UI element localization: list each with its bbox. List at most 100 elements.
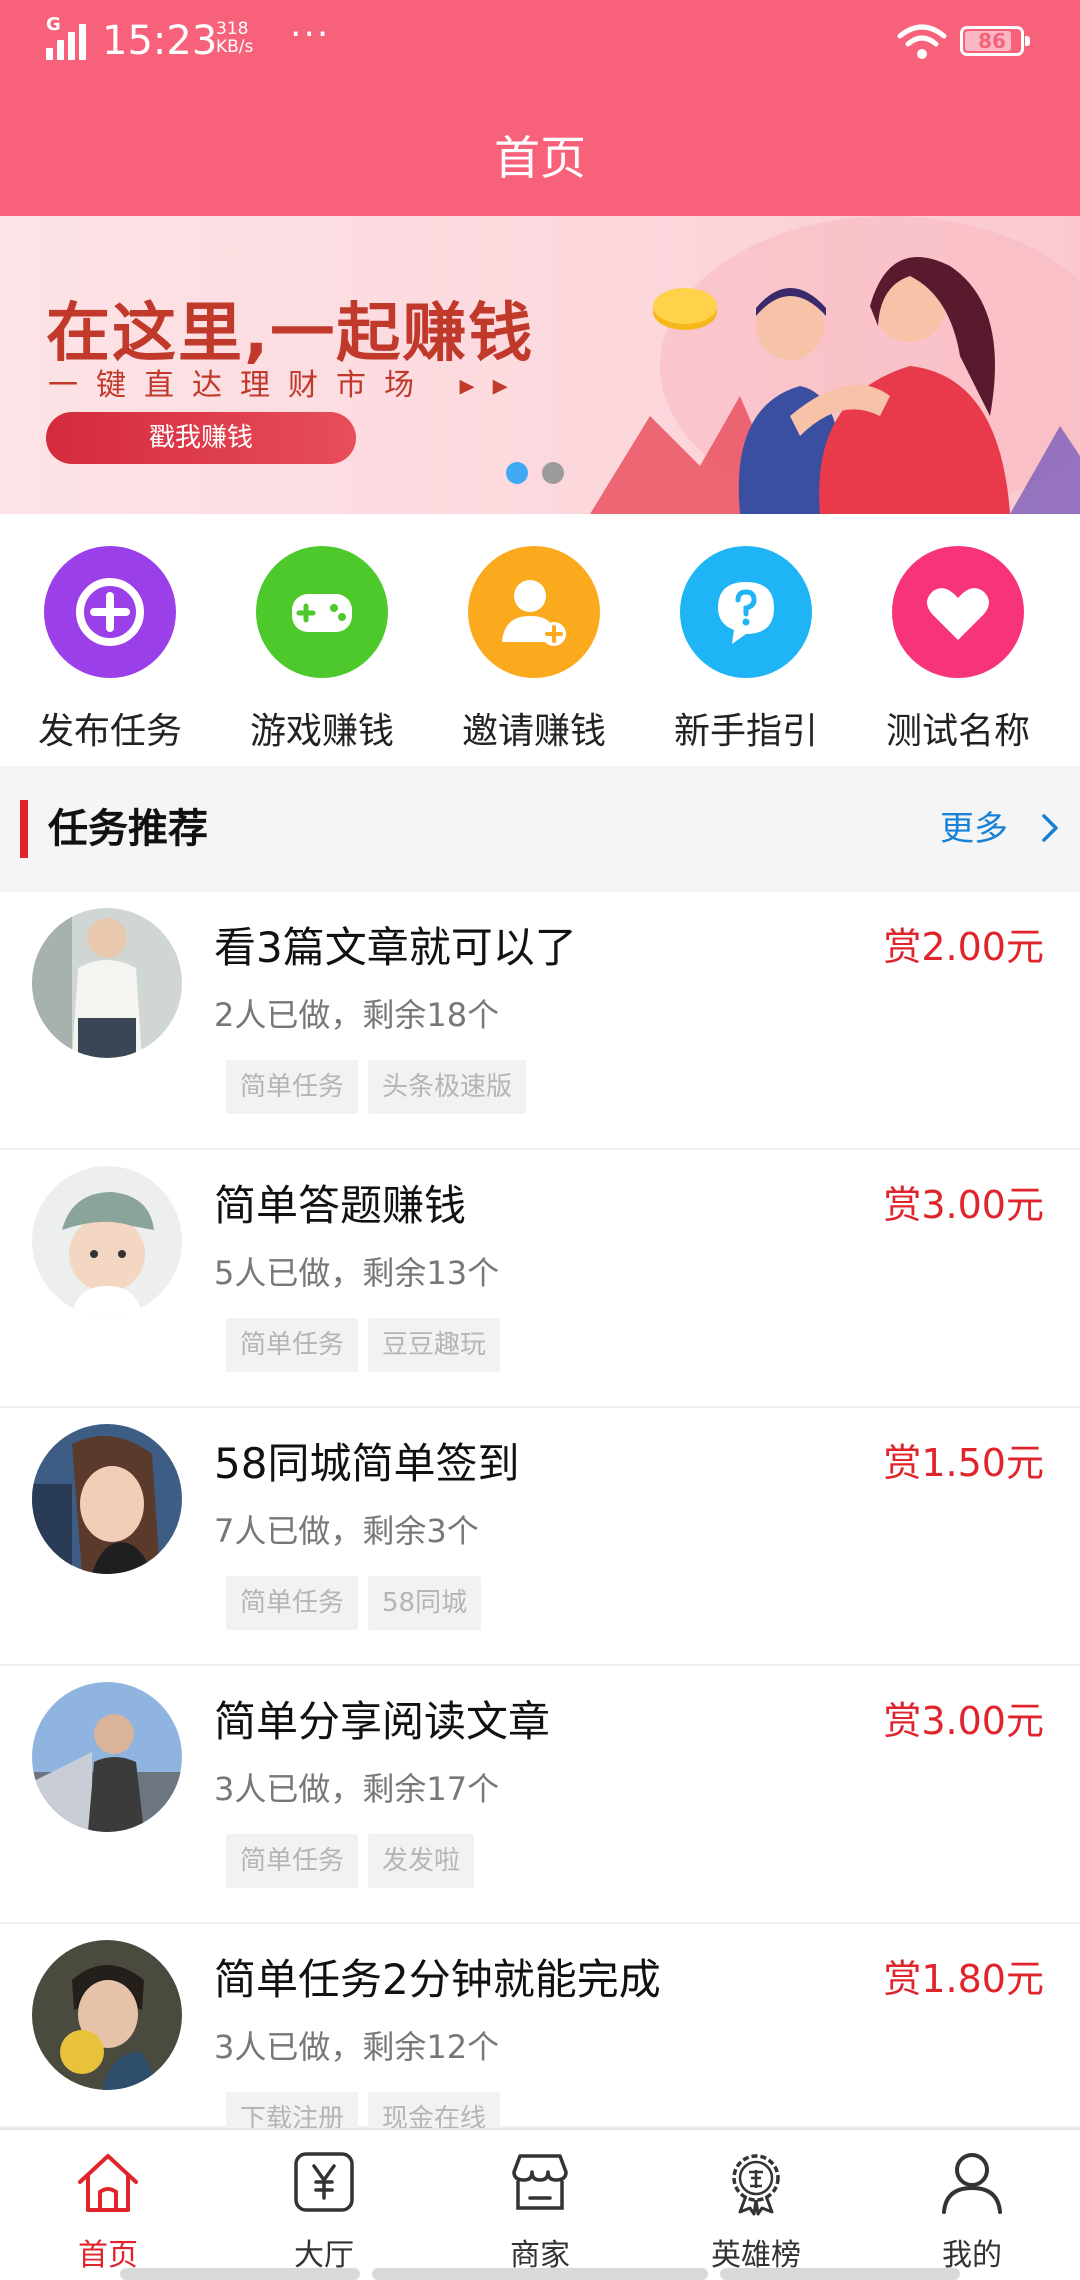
network-speed: 318 KB/s [216, 20, 253, 56]
task-tag: 58同城 [368, 1576, 482, 1630]
quick-label: 邀请赚钱 [461, 711, 606, 752]
quick-icon-circle [44, 546, 176, 678]
task-title: 看3篇文章就可以了 [214, 923, 577, 972]
task-tag: 简单任务 [226, 1576, 359, 1630]
task-tag: 简单任务 [226, 1060, 359, 1114]
pager-dot[interactable] [542, 462, 564, 484]
task-tags: 简单任务 发发啦 [226, 1834, 484, 1888]
task-title: 简单答题赚钱 [214, 1181, 467, 1230]
home-icon [78, 2154, 138, 2212]
quick-label: 发布任务 [37, 711, 182, 752]
tab-merchant[interactable]: 商家 [432, 2144, 648, 2276]
task-stats: 3人已做，剩余17个 [214, 1770, 500, 1808]
battery-icon: 86 [960, 26, 1030, 56]
task-title: 58同城简单签到 [214, 1439, 520, 1488]
task-reward: 赏1.50元 [883, 1441, 1044, 1485]
tab-profile[interactable]: 我的 [864, 2144, 1080, 2276]
quick-label: 游戏赚钱 [249, 711, 394, 752]
quick-publish-task[interactable]: 发布任务 [10, 546, 210, 756]
avatar-photo [32, 908, 182, 1058]
status-bar: G 15:23 318 KB/s ··· 86 [0, 0, 1080, 84]
banner-cta-button[interactable]: 戳我赚钱 [46, 412, 356, 464]
task-item[interactable]: 看3篇文章就可以了 赏2.00元 2人已做，剩余18个 简单任务 头条极速版 [0, 892, 1080, 1150]
banner-illustration [590, 216, 1080, 514]
quick-newbie-guide[interactable]: 新手指引 [646, 546, 846, 756]
task-item[interactable]: 简单答题赚钱 赏3.00元 5人已做，剩余13个 简单任务 豆豆趣玩 [0, 1150, 1080, 1408]
task-reward: 赏1.80元 [883, 1957, 1044, 2001]
task-stats: 5人已做，剩余13个 [214, 1254, 500, 1292]
signal-icon [46, 24, 90, 60]
quick-invite-earn[interactable]: 邀请赚钱 [434, 546, 634, 756]
avatar-photo [32, 1166, 182, 1316]
plus-icon [76, 578, 144, 646]
pager-dot[interactable] [506, 462, 528, 484]
task-reward: 赏2.00元 [883, 925, 1044, 969]
chevron-right-icon[interactable] [1030, 808, 1070, 848]
quick-icon-circle [892, 546, 1024, 678]
add-person-icon [502, 580, 566, 646]
task-title: 简单分享阅读文章 [214, 1697, 551, 1746]
task-tags: 简单任务 豆豆趣玩 [226, 1318, 510, 1372]
app-screen: G 15:23 318 KB/s ··· 86 首页 在这里,一起赚钱 一键直达… [0, 0, 1080, 2280]
task-tag: 豆豆趣玩 [368, 1318, 501, 1372]
tab-leaderboard[interactable]: 英雄榜 [648, 2144, 864, 2276]
bottom-tab-bar: 首页 大厅 商家 英雄榜 我的 [0, 2128, 1080, 2280]
task-tag: 简单任务 [226, 1318, 359, 1372]
wifi-icon [897, 24, 947, 59]
avatar-photo [32, 1940, 182, 2090]
quick-label: 新手指引 [673, 711, 818, 752]
avatar [32, 1166, 182, 1316]
battery-percent: 86 [978, 29, 1006, 53]
task-title: 简单任务2分钟就能完成 [214, 1955, 661, 2004]
speed-value: 318 [216, 19, 249, 39]
section-accent-bar [20, 800, 28, 858]
task-tags: 简单任务 头条极速版 [226, 1060, 536, 1114]
quick-menu: 发布任务 游戏赚钱 邀请赚钱 新手指引 测试名称 [0, 530, 1080, 766]
store-icon [512, 2154, 568, 2210]
heart-icon [927, 588, 989, 640]
ranking-badge-icon [732, 2154, 780, 2216]
task-reward: 赏3.00元 [883, 1183, 1044, 1227]
task-item[interactable]: 58同城简单签到 赏1.50元 7人已做，剩余3个 简单任务 58同城 [0, 1408, 1080, 1666]
home-indicator [120, 2268, 360, 2280]
task-stats: 2人已做，剩余18个 [214, 996, 500, 1034]
home-indicator [372, 2268, 708, 2280]
section-title: 任务推荐 [48, 806, 208, 852]
banner-subline: 一键直达理财市场 ▸▸ [48, 368, 526, 403]
avatar [32, 1940, 182, 2090]
quick-icon-circle [256, 546, 388, 678]
page-title: 首页 [494, 131, 586, 185]
task-stats: 7人已做，剩余3个 [214, 1512, 479, 1550]
clock: 15:23 [102, 18, 218, 64]
tab-home[interactable]: 首页 [0, 2144, 216, 2276]
person-icon [942, 2153, 1002, 2214]
banner-pager [506, 462, 578, 488]
task-tags: 简单任务 58同城 [226, 1576, 491, 1630]
speed-unit: KB/s [216, 37, 254, 57]
task-reward: 赏3.00元 [883, 1699, 1044, 1743]
task-item[interactable]: 简单分享阅读文章 赏3.00元 3人已做，剩余17个 简单任务 发发啦 [0, 1666, 1080, 1924]
avatar [32, 1424, 182, 1574]
more-link[interactable]: 更多 [940, 800, 1008, 858]
promo-banner[interactable]: 在这里,一起赚钱 一键直达理财市场 ▸▸ 戳我赚钱 [0, 216, 1080, 514]
question-chat-icon [718, 582, 774, 644]
task-tag: 简单任务 [226, 1834, 359, 1888]
task-item[interactable]: 简单任务2分钟就能完成 赏1.80元 3人已做，剩余12个 下载注册 现金在线 [0, 1924, 1080, 2146]
quick-icon-circle [680, 546, 812, 678]
home-indicator [720, 2268, 960, 2280]
quick-test-name[interactable]: 测试名称 [858, 546, 1058, 756]
avatar [32, 1682, 182, 1832]
avatar-photo [32, 1682, 182, 1832]
task-tag: 头条极速版 [368, 1060, 527, 1114]
app-header: 首页 [0, 84, 1080, 216]
task-tag: 发发啦 [368, 1834, 475, 1888]
task-stats: 3人已做，剩余12个 [214, 2028, 500, 2066]
quick-game-earn[interactable]: 游戏赚钱 [222, 546, 422, 756]
tab-hall[interactable]: 大厅 [216, 2144, 432, 2276]
avatar-photo [32, 1424, 182, 1574]
yen-box-icon [294, 2152, 354, 2212]
gamepad-icon [292, 594, 352, 632]
more-notifications-icon: ··· [290, 14, 331, 55]
avatar [32, 908, 182, 1058]
quick-icon-circle [468, 546, 600, 678]
